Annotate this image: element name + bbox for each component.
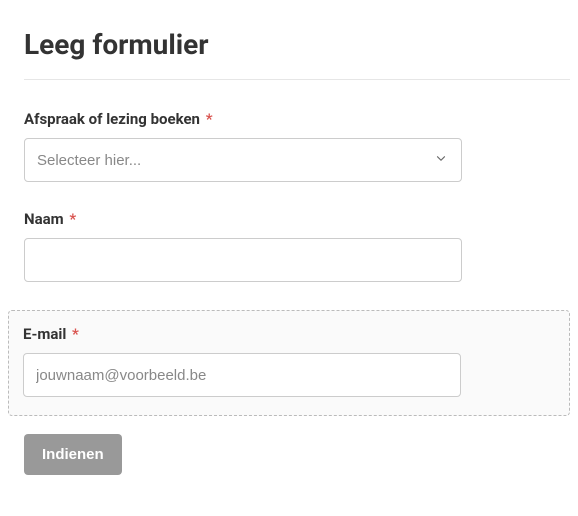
booking-required: * [206, 110, 213, 128]
booking-select[interactable]: Selecteer hier... [24, 138, 462, 182]
email-required: * [72, 325, 79, 343]
booking-select-wrap: Selecteer hier... [24, 138, 462, 182]
divider [24, 79, 570, 80]
page-title: Leeg formulier [24, 28, 570, 61]
email-input[interactable] [23, 353, 461, 397]
field-booking: Afspraak of lezing boeken * Selecteer hi… [24, 110, 570, 182]
name-required: * [69, 210, 76, 228]
booking-label: Afspraak of lezing boeken * [24, 110, 570, 128]
name-label-text: Naam [24, 210, 64, 228]
name-input[interactable] [24, 238, 462, 282]
booking-label-text: Afspraak of lezing boeken [24, 110, 200, 128]
email-label-text: E-mail [23, 325, 66, 343]
submit-button[interactable]: Indienen [24, 434, 122, 475]
field-email-block: E-mail * [8, 310, 570, 416]
email-label: E-mail * [23, 325, 555, 343]
name-label: Naam * [24, 210, 570, 228]
field-name: Naam * [24, 210, 570, 282]
